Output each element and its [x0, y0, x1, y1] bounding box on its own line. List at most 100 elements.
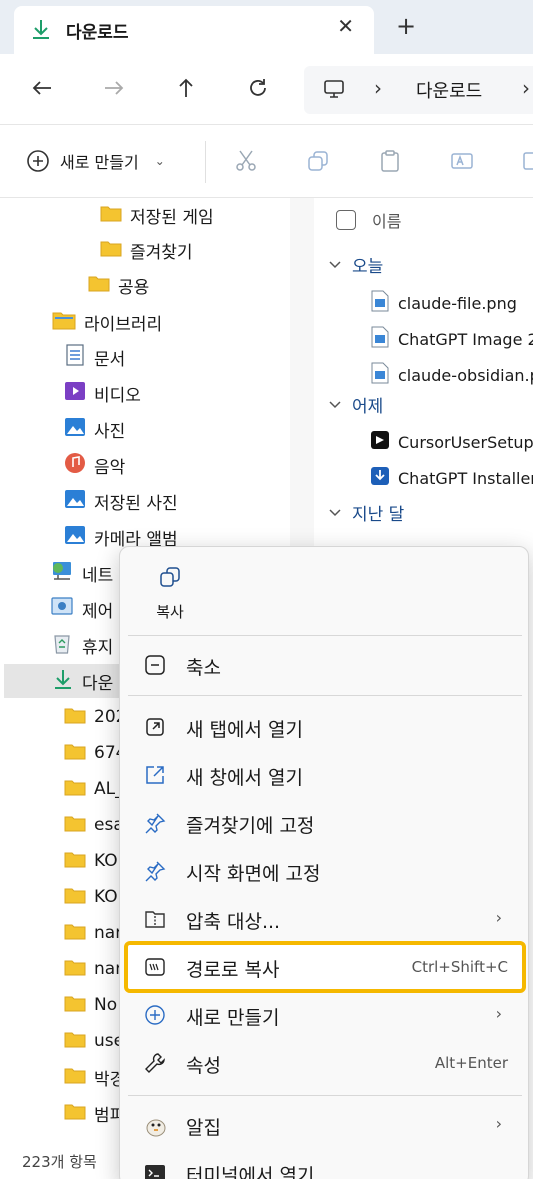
new-button-label: 새로 만들기	[60, 153, 139, 172]
file-item[interactable]: ChatGPT Installer	[370, 466, 533, 490]
sidebar-item-music[interactable]: 음악	[64, 448, 125, 482]
select-all-checkbox[interactable]	[336, 210, 356, 230]
sidebar-item-folder[interactable]: KO	[64, 880, 118, 914]
sidebar-item-label: 문서	[94, 349, 126, 370]
sidebar-item-libraries[interactable]: 라이브러리	[52, 305, 162, 339]
sidebar-item-folder[interactable]: 박경	[64, 1060, 125, 1094]
sidebar-item-saved-pictures[interactable]: 저장된 사진	[64, 484, 178, 518]
folder-icon	[64, 705, 86, 730]
command-bar: 새로 만들기 ⌄	[0, 124, 533, 198]
menu-item-shortcut: Ctrl+Shift+C	[411, 958, 508, 976]
sidebar-item-folder[interactable]: 202	[64, 700, 126, 734]
address-bar[interactable]: › 다운로드 ›	[304, 66, 533, 114]
back-button[interactable]	[22, 70, 62, 106]
new-tab-button[interactable]: +	[396, 12, 416, 40]
group-header-today[interactable]: 오늘	[328, 252, 383, 277]
folder-icon	[100, 203, 122, 228]
sidebar-item-label: 네트	[82, 565, 114, 586]
group-header-yesterday[interactable]: 어제	[328, 392, 383, 417]
tab-downloads[interactable]: 다운로드 ✕	[14, 6, 374, 54]
pictures-icon	[64, 416, 86, 443]
sidebar-item-label: No	[94, 995, 118, 1015]
paste-icon[interactable]	[378, 149, 402, 177]
up-button[interactable]	[166, 70, 206, 106]
refresh-icon	[250, 79, 266, 96]
arrow-left-icon	[32, 81, 51, 95]
pin-icon	[144, 860, 166, 882]
sidebar-item-folder[interactable]: nar	[64, 916, 122, 950]
menu-item-label: 새로 만들기	[186, 1007, 280, 1029]
open-new-tab-icon	[144, 716, 166, 738]
breadcrumb-separator[interactable]: ›	[522, 76, 530, 100]
file-item[interactable]: ChatGPT Image 2	[370, 326, 533, 352]
menu-item-copy-as-path[interactable]: 경로로 복사 Ctrl+Shift+C	[124, 941, 526, 993]
sidebar-item-saved-games[interactable]: 저장된 게임	[100, 198, 214, 232]
menu-separator	[128, 1095, 522, 1096]
menu-item-pin-favorites[interactable]: 즐겨찾기에 고정	[128, 801, 522, 845]
pictures-icon	[64, 488, 86, 515]
sidebar-item-public[interactable]: 공용	[88, 268, 149, 302]
file-item[interactable]: CursorUserSetup	[370, 430, 533, 454]
share-icon[interactable]	[522, 149, 533, 177]
menu-item-alzip[interactable]: 알집 ›	[128, 1103, 522, 1147]
arrow-up-icon	[179, 78, 193, 97]
forward-button[interactable]	[94, 70, 134, 106]
folder-icon	[64, 921, 86, 946]
collapse-icon	[144, 654, 166, 676]
file-item[interactable]: claude-file.png	[370, 290, 517, 316]
sidebar-item-network[interactable]: 네트	[50, 556, 113, 590]
file-item[interactable]: claude-obsidian.p	[370, 362, 533, 388]
new-button[interactable]: 새로 만들기 ⌄	[26, 149, 165, 173]
sidebar-item-folder[interactable]: AL_	[64, 772, 124, 806]
copy-icon[interactable]	[306, 149, 330, 177]
folder-icon	[64, 813, 86, 838]
menu-item-compress[interactable]: 압축 대상... ›	[128, 897, 522, 941]
menu-item-label: 새 창에서 열기	[186, 767, 303, 789]
sidebar-item-recycle-bin[interactable]: 휴지	[50, 628, 113, 662]
copy-button[interactable]: 복사	[138, 565, 202, 622]
breadcrumb-separator[interactable]: ›	[374, 76, 382, 100]
column-header-name[interactable]: 이름	[336, 208, 401, 232]
menu-item-collapse[interactable]: 축소	[128, 643, 522, 687]
sidebar-item-folder[interactable]: KO	[64, 844, 118, 878]
chevron-down-icon	[329, 508, 341, 516]
refresh-button[interactable]	[238, 70, 278, 106]
menu-item-label: 시작 화면에 고정	[186, 863, 321, 885]
sidebar-item-folder[interactable]: use	[64, 1024, 124, 1058]
sidebar-item-label: KO	[94, 851, 118, 871]
folder-icon	[88, 273, 110, 298]
menu-item-open-terminal[interactable]: 터미널에서 열기	[128, 1151, 522, 1179]
control-panel-icon	[50, 596, 74, 623]
sidebar-item-documents[interactable]: 문서	[64, 340, 125, 374]
download-icon	[52, 668, 74, 695]
menu-item-open-new-tab[interactable]: 새 탭에서 열기	[128, 705, 522, 749]
close-tab-icon[interactable]: ✕	[337, 14, 354, 38]
menu-item-label: 터미널에서 열기	[186, 1165, 315, 1179]
music-icon	[64, 452, 86, 479]
sidebar-item-folder[interactable]: esa	[64, 808, 124, 842]
sidebar-item-videos[interactable]: 비디오	[64, 376, 141, 410]
sidebar-item-label: KO	[94, 887, 118, 907]
chevron-down-icon: ⌄	[154, 154, 165, 168]
chevron-right-icon: ›	[495, 1004, 502, 1023]
sidebar-item-favorites[interactable]: 즐겨찾기	[100, 233, 193, 267]
plus-circle-icon	[27, 150, 49, 172]
rename-icon[interactable]	[450, 149, 474, 177]
menu-item-open-new-window[interactable]: 새 창에서 열기	[128, 753, 522, 797]
file-name: ChatGPT Installer	[398, 468, 533, 488]
alzip-icon	[144, 1114, 166, 1137]
sidebar-item-folder[interactable]: 674	[64, 736, 126, 770]
sidebar-item-folder[interactable]: 범피	[64, 1096, 125, 1130]
breadcrumb-downloads[interactable]: 다운로드	[416, 77, 482, 103]
sidebar-item-folder[interactable]: No	[64, 988, 117, 1022]
menu-item-pin-start[interactable]: 시작 화면에 고정	[128, 849, 522, 893]
sidebar-item-control-panel[interactable]: 제어	[50, 592, 113, 626]
menu-item-new[interactable]: 새로 만들기 ›	[128, 993, 522, 1037]
menu-item-properties[interactable]: 속성 Alt+Enter	[128, 1041, 522, 1085]
sidebar-item-folder[interactable]: nar	[64, 952, 122, 986]
group-header-last-month[interactable]: 지난 달	[328, 500, 404, 525]
menu-item-label: 속성	[186, 1055, 221, 1077]
cut-icon[interactable]	[234, 149, 258, 177]
sidebar-item-pictures[interactable]: 사진	[64, 412, 125, 446]
sidebar-item-label: 즐겨찾기	[130, 242, 193, 263]
